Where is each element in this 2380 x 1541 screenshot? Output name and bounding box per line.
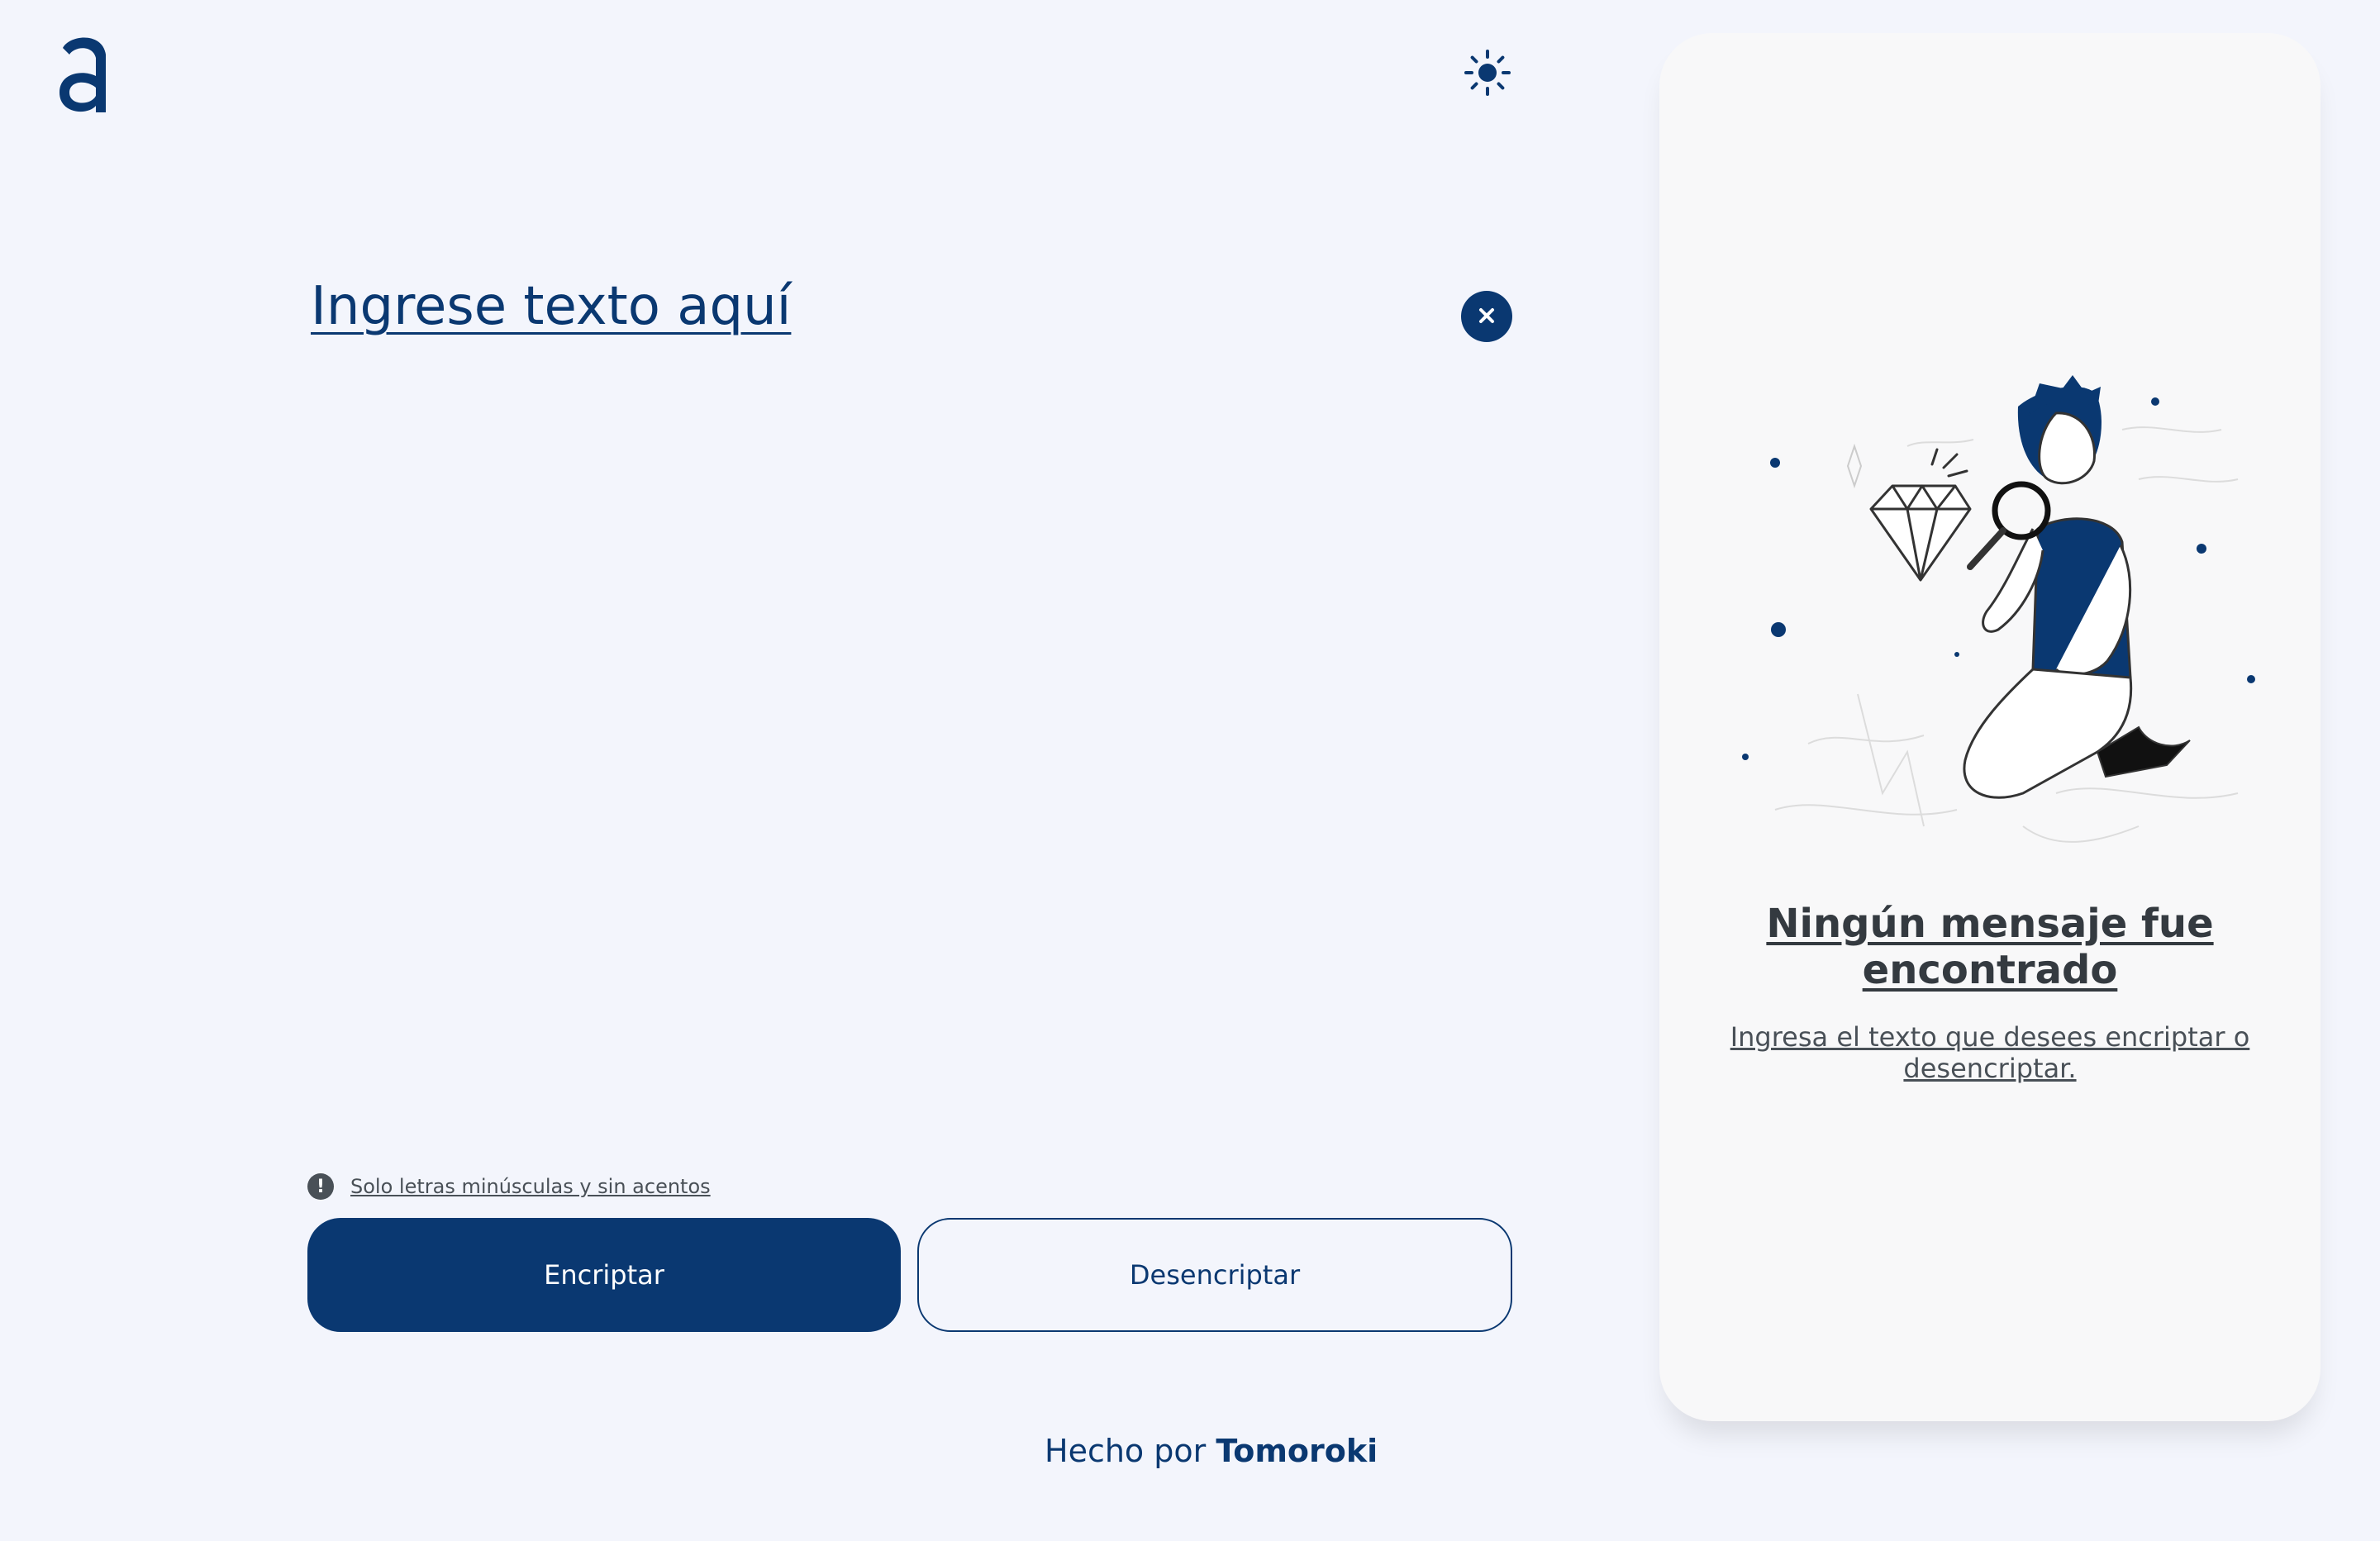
exclamation-icon: ! [307, 1173, 334, 1200]
close-icon [1477, 306, 1497, 328]
footer-author: Tomoroki [1216, 1433, 1378, 1469]
person-with-magnifier-illustration [1709, 364, 2271, 876]
alura-logo-icon[interactable] [55, 30, 114, 116]
input-hint: ! Solo letras minúsculas y sin acentos [307, 1173, 711, 1200]
footer-prefix: Hecho por [1045, 1433, 1216, 1469]
empty-state-description: Ingresa el texto que desees encriptar o … [1730, 1021, 2250, 1084]
empty-state-title: Ningún mensaje fue encontrado [1766, 901, 2214, 993]
clear-button[interactable] [1461, 291, 1512, 342]
hint-text: Solo letras minúsculas y sin acentos [350, 1175, 711, 1198]
output-panel: Ningún mensaje fue encontrado Ingresa el… [1659, 33, 2320, 1421]
text-input[interactable] [311, 273, 1426, 1099]
decrypt-button[interactable]: Desencriptar [917, 1218, 1512, 1332]
sun-icon[interactable] [1463, 48, 1512, 98]
footer-credit: Hecho por Tomoroki [1045, 1433, 1378, 1469]
encrypt-button[interactable]: Encriptar [307, 1218, 901, 1332]
